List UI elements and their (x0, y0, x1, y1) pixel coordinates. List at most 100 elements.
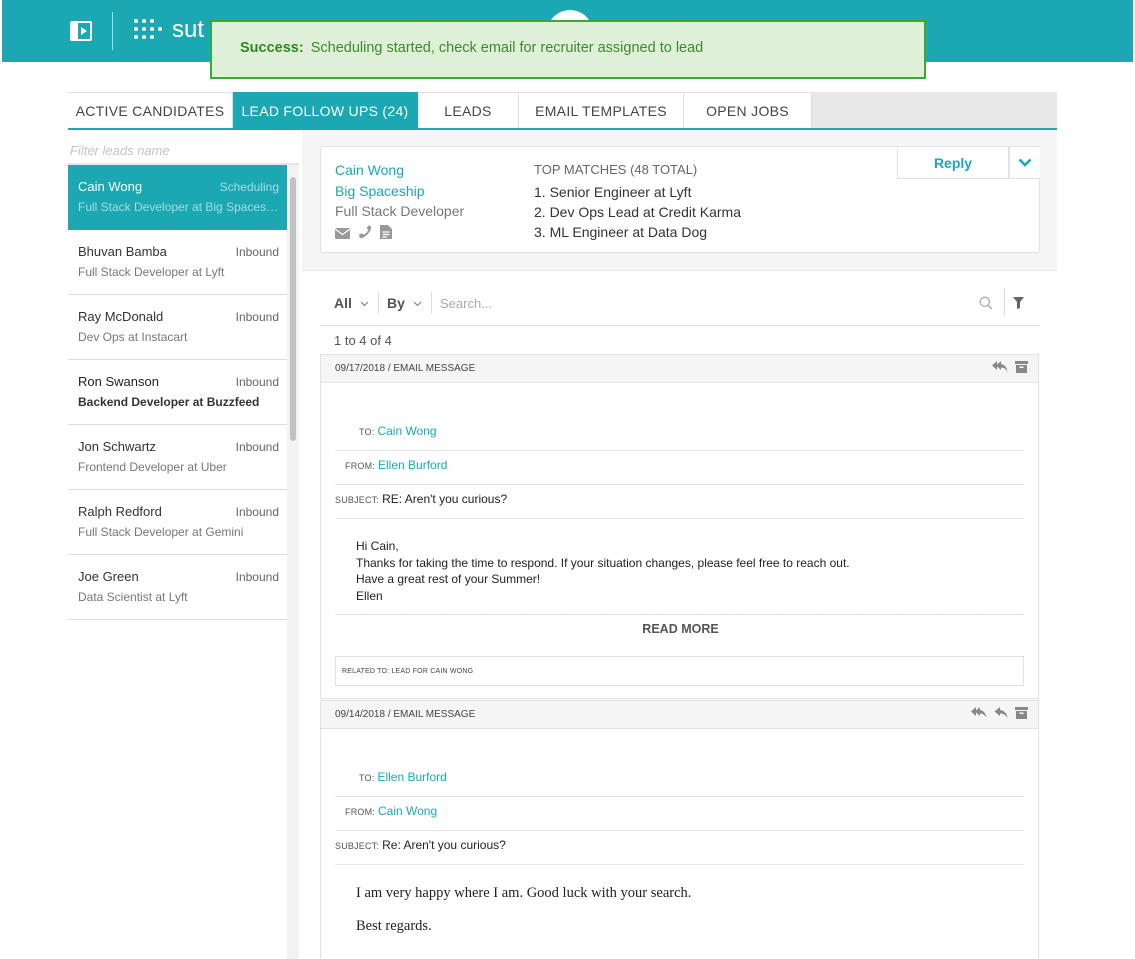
body-line: Ellen (356, 588, 383, 603)
lead-status: Scheduling (219, 180, 279, 194)
panel-toggle-icon[interactable] (70, 21, 92, 41)
body-line: Best regards. (356, 918, 432, 934)
sidebar-scrollbar-thumb[interactable] (290, 177, 296, 441)
lead-description: Full Stack Developer at Gemini (78, 525, 244, 539)
email-message: 09/17/2018 / EMAIL MESSAGE TO: Cain Wong … (320, 354, 1039, 699)
divider (335, 864, 1024, 865)
divider (335, 614, 1024, 615)
lead-item[interactable]: Joe Green Inbound Data Scientist at Lyft (68, 555, 287, 620)
top-match-item[interactable]: 3. ML Engineer at Data Dog (534, 224, 707, 240)
filter-leads-input[interactable] (70, 139, 290, 161)
to-field: TO: Cain Wong (335, 424, 1024, 438)
toast-label: Success: (240, 40, 304, 56)
leads-list: Cain Wong Scheduling Full Stack Develope… (68, 165, 287, 620)
to-recipient[interactable]: Ellen Burford (377, 770, 446, 784)
subject-text: RE: Aren't you curious? (382, 492, 508, 506)
subject-field: SUBJECT: Re: Aren't you curious? (335, 838, 1024, 852)
toast-message: Scheduling started, check email for recr… (306, 40, 704, 56)
lead-item[interactable]: Ray McDonald Inbound Dev Ops at Instacar… (68, 295, 287, 360)
logo-text: sut (172, 16, 205, 43)
reply-all-icon[interactable] (992, 360, 1008, 373)
message-header-text: 09/14/2018 / EMAIL MESSAGE (335, 709, 476, 720)
lead-status: Inbound (235, 310, 279, 324)
filter-all-dropdown[interactable]: All (334, 295, 369, 311)
contact-icons (334, 225, 392, 244)
from-field: FROM: Ellen Burford (335, 458, 1024, 472)
tab-leads[interactable]: LEADS (418, 92, 519, 128)
lead-status: Inbound (235, 375, 279, 389)
envelope-icon[interactable] (334, 226, 351, 244)
subject-label: SUBJECT: (335, 841, 380, 851)
from-sender[interactable]: Ellen Burford (378, 458, 447, 472)
lead-description: Dev Ops at Instacart (78, 330, 188, 344)
to-recipient[interactable]: Cain Wong (377, 424, 436, 438)
lead-status: Inbound (235, 570, 279, 584)
lead-card-name[interactable]: Cain Wong (335, 162, 404, 178)
document-icon[interactable] (380, 225, 392, 244)
reply-button[interactable]: Reply (897, 147, 1009, 179)
success-toast: Success: Scheduling started, check email… (210, 20, 926, 79)
archive-icon[interactable] (1015, 706, 1028, 719)
activity-search-input[interactable] (440, 292, 970, 314)
filter-divider (431, 292, 432, 314)
filter-by-dropdown[interactable]: By (387, 295, 422, 311)
chevron-down-icon (360, 301, 369, 307)
lead-item[interactable]: Cain Wong Scheduling Full Stack Develope… (68, 165, 287, 230)
reply-dropdown-button[interactable] (1009, 147, 1040, 179)
divider (335, 484, 1024, 485)
top-matches-header: TOP MATCHES (48 TOTAL) (534, 162, 698, 177)
divider (335, 450, 1024, 451)
lead-status: Inbound (235, 505, 279, 519)
divider (302, 270, 1057, 271)
lead-status: Inbound (235, 440, 279, 454)
message-body: Hi Cain, Thanks for taking the time to r… (356, 538, 850, 604)
divider (335, 518, 1024, 519)
chevron-down-icon (1018, 154, 1032, 172)
reply-all-icon[interactable] (971, 706, 987, 719)
chevron-down-icon (413, 301, 422, 307)
related-to-box[interactable]: RELATED TO: LEAD FOR CAIN WONG (335, 656, 1024, 686)
from-field: FROM: Cain Wong (335, 804, 1024, 818)
divider (335, 796, 1024, 797)
app-logo[interactable]: sut (132, 16, 204, 44)
from-label: FROM: (345, 461, 375, 471)
tab-email-templates[interactable]: EMAIL TEMPLATES (519, 92, 684, 128)
read-more-button[interactable]: READ MORE (321, 622, 1040, 636)
archive-icon[interactable] (1015, 360, 1028, 373)
lead-item[interactable]: Ralph Redford Inbound Full Stack Develop… (68, 490, 287, 555)
lead-item[interactable]: Bhuvan Bamba Inbound Full Stack Develope… (68, 230, 287, 295)
subject-label: SUBJECT: (335, 495, 380, 505)
email-message: 09/14/2018 / EMAIL MESSAGE TO: Ellen Burf… (320, 700, 1039, 959)
filter-divider (1004, 288, 1005, 316)
lead-item[interactable]: Jon Schwartz Inbound Frontend Developer … (68, 425, 287, 490)
to-field: TO: Ellen Burford (335, 770, 1024, 784)
top-match-item[interactable]: 2. Dev Ops Lead at Credit Karma (534, 204, 741, 220)
tab-lead-follow-ups[interactable]: LEAD FOLLOW UPS (24) (233, 92, 418, 128)
to-label: TO: (359, 773, 375, 783)
logo-dots-icon (132, 17, 166, 43)
filter-by-label: By (387, 295, 405, 311)
lead-item[interactable]: Ron Swanson Inbound Backend Developer at… (68, 360, 287, 425)
lead-description: Frontend Developer at Uber (78, 460, 227, 474)
lead-card-title: Full Stack Developer (335, 203, 465, 219)
lead-card-company[interactable]: Big Spaceship (335, 183, 425, 199)
subject-text: Re: Aren't you curious? (382, 838, 506, 852)
results-count: 1 to 4 of 4 (334, 333, 392, 348)
phone-icon[interactable] (358, 225, 372, 244)
search-icon[interactable] (979, 296, 993, 315)
body-line: Thanks for taking the time to respond. I… (356, 555, 850, 570)
reply-icon[interactable] (994, 706, 1008, 719)
filter-all-label: All (334, 295, 352, 311)
filter-icon[interactable] (1013, 296, 1024, 314)
topbar-divider (112, 12, 113, 50)
lead-description: Data Scientist at Lyft (78, 590, 188, 604)
top-match-item[interactable]: 1. Senior Engineer at Lyft (534, 184, 691, 200)
divider (335, 830, 1024, 831)
lead-description: Backend Developer at Buzzfeed (78, 395, 260, 409)
tab-open-jobs[interactable]: OPEN JOBS (684, 92, 812, 128)
body-line: Hi Cain, (356, 539, 399, 553)
tab-active-candidates[interactable]: ACTIVE CANDIDATES (68, 92, 233, 128)
from-sender[interactable]: Cain Wong (378, 804, 437, 818)
message-header: 09/17/2018 / EMAIL MESSAGE (321, 355, 1038, 383)
filter-divider (378, 292, 379, 314)
